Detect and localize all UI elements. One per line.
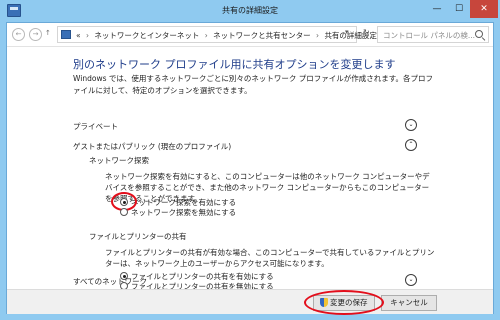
chevron-up-icon[interactable]: ⌃ [405, 139, 417, 151]
breadcrumb-separator: › [316, 31, 320, 40]
page-description: Windows では、使用するネットワークごとに別々のネットワーク プロファイル… [73, 74, 433, 95]
section-all-networks-title[interactable]: すべてのネットワーク [73, 276, 147, 287]
control-panel-icon [61, 30, 71, 39]
highlight-oval [304, 290, 384, 315]
settings-content: 別のネットワーク プロファイル用に共有オプションを変更します Windows で… [7, 47, 493, 291]
cancel-button[interactable]: キャンセル [381, 295, 437, 311]
search-input[interactable]: コントロール パネルの検... [377, 26, 489, 43]
refresh-button[interactable]: ↻ [363, 28, 370, 37]
maximize-button[interactable]: ☐ [448, 0, 470, 18]
breadcrumb-separator: › [85, 31, 89, 40]
window-title: 共有の詳細設定 [222, 6, 278, 15]
window-client: ← → ↑ « › ネットワークとインターネット › ネットワークと共有センター… [6, 22, 494, 315]
back-button[interactable]: ← [12, 28, 25, 41]
chevron-down-icon[interactable]: ⌄ [405, 119, 417, 131]
address-dropdown-button[interactable]: ▾ [345, 28, 349, 36]
search-placeholder: コントロール パネルの検... [383, 31, 476, 40]
chevron-down-icon[interactable]: ⌄ [405, 274, 417, 286]
breadcrumb: « › ネットワークとインターネット › ネットワークと共有センター › 共有の… [76, 30, 377, 41]
address-bar[interactable]: « › ネットワークとインターネット › ネットワークと共有センター › 共有の… [57, 26, 377, 43]
file-printer-sharing-hint: ファイルとプリンターの共有が有効な場合、このコンピューターで共有しているファイル… [105, 248, 435, 268]
forward-button[interactable]: → [29, 28, 42, 41]
navigation-bar: ← → ↑ « › ネットワークとインターネット › ネットワークと共有センター… [7, 23, 493, 47]
title-bar: 共有の詳細設定 — ☐ ✕ [0, 0, 500, 22]
file-printer-sharing-title: ファイルとプリンターの共有 [89, 232, 187, 241]
breadcrumb-item-network-internet[interactable]: ネットワークとインターネット [94, 31, 199, 40]
breadcrumb-overflow[interactable]: « [76, 31, 81, 40]
breadcrumb-item-sharing-center[interactable]: ネットワークと共有センター [213, 31, 311, 40]
section-guest-public-title[interactable]: ゲストまたはパブリック (現在のプロファイル) [73, 141, 231, 152]
up-button[interactable]: ↑ [45, 29, 51, 37]
radio-unselected[interactable] [120, 208, 128, 216]
breadcrumb-separator: › [204, 31, 208, 40]
network-discovery-title: ネットワーク探索 [89, 156, 149, 165]
close-button[interactable]: ✕ [470, 0, 498, 18]
radio-label[interactable]: ネットワーク探索を無効にする [131, 207, 236, 218]
search-icon[interactable] [475, 30, 483, 38]
page-title: 別のネットワーク プロファイル用に共有オプションを変更します [73, 58, 396, 71]
minimize-button[interactable]: — [426, 0, 448, 18]
section-private-title[interactable]: プライベート [73, 121, 118, 132]
dialog-footer: 変更の保存 キャンセル [7, 289, 493, 315]
